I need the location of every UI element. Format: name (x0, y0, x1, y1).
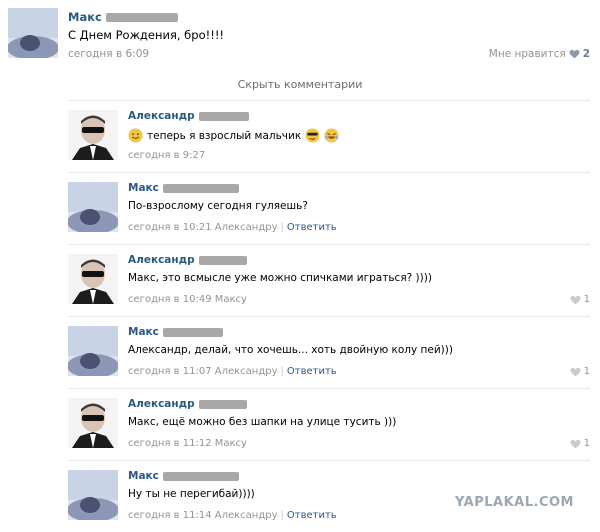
avatar-alexandr[interactable] (68, 110, 118, 160)
like-button[interactable]: 1 (570, 366, 590, 377)
reply-link[interactable]: Ответить (287, 222, 337, 233)
watermark: YAPLAKAL.COM (455, 495, 574, 510)
comment: Макс По-взрослому сегодня гуляешь? сегод… (68, 172, 590, 245)
post: Макс С Днем Рождения, бро!!!! сегодня в … (0, 0, 600, 72)
like-count: 2 (582, 48, 590, 60)
reply-link[interactable]: Ответить (287, 366, 337, 377)
avatar-alexandr[interactable] (68, 254, 118, 304)
like-count: 1 (583, 366, 590, 377)
comment: Макс Александр, делай, что хочешь... хот… (68, 316, 590, 389)
like-count: 1 (583, 294, 590, 305)
heart-icon (570, 295, 581, 305)
comment-date: сегодня в 11:07 Александру | Ответить (128, 366, 337, 377)
comment-author[interactable]: Макс (128, 470, 239, 482)
comment-date: сегодня в 10:21 Александру | Ответить (128, 222, 337, 233)
comment-text: теперь я взрослый мальчик (128, 128, 339, 143)
like-count: 1 (583, 438, 590, 449)
comment-date: сегодня в 11:14 Александру | Ответить (128, 510, 337, 521)
comment-author[interactable]: Александр (128, 110, 249, 122)
comment-author[interactable]: Макс (128, 326, 223, 338)
post-date[interactable]: сегодня в 6:09 (68, 48, 149, 60)
comment-text: Ну ты не перегибай)))) (128, 488, 255, 500)
heart-icon (570, 439, 581, 449)
comment-author[interactable]: Макс (128, 182, 239, 194)
avatar-alexandr[interactable] (68, 398, 118, 448)
like-button[interactable]: Мне нравится 2 (489, 48, 590, 60)
hide-comments-link[interactable]: Скрыть комментарии (0, 78, 600, 91)
comment-text: Александр, делай, что хочешь... хоть дво… (128, 344, 453, 356)
sunglasses-emoji-icon (305, 128, 320, 143)
comment-date[interactable]: сегодня в 9:27 (128, 150, 205, 161)
comment: Александр Макс, ещё можно без шапки на у… (68, 388, 590, 461)
comment: Александр теперь я взрослый мальчик сего… (68, 100, 590, 173)
post-author[interactable]: Макс (68, 10, 178, 24)
laughing-emoji-icon (324, 128, 339, 143)
comment-date[interactable]: сегодня в 10:49 Максу (128, 294, 247, 305)
like-button[interactable]: 1 (570, 438, 590, 449)
like-button[interactable]: 1 (570, 294, 590, 305)
like-label: Мне нравится (488, 48, 566, 60)
avatar-maks[interactable] (68, 326, 118, 376)
reply-link[interactable]: Ответить (287, 510, 337, 521)
comment-date[interactable]: сегодня в 11:12 Максу (128, 438, 247, 449)
smile-emoji-icon (128, 128, 143, 143)
avatar-maks[interactable] (8, 8, 58, 58)
comment-text: Макс, ещё можно без шапки на улице тусит… (128, 416, 397, 428)
comment-author[interactable]: Александр (128, 254, 247, 266)
heart-icon (569, 49, 580, 59)
comment: Александр Макс, это всмысле уже можно сп… (68, 244, 590, 317)
avatar-maks[interactable] (68, 182, 118, 232)
comment-text: Макс, это всмысле уже можно спичками игр… (128, 272, 432, 284)
heart-icon (570, 367, 581, 377)
comment-text: По-взрослому сегодня гуляешь? (128, 200, 308, 212)
post-text: С Днем Рождения, бро!!!! (68, 28, 225, 42)
avatar-maks[interactable] (68, 470, 118, 520)
comment-author[interactable]: Александр (128, 398, 247, 410)
